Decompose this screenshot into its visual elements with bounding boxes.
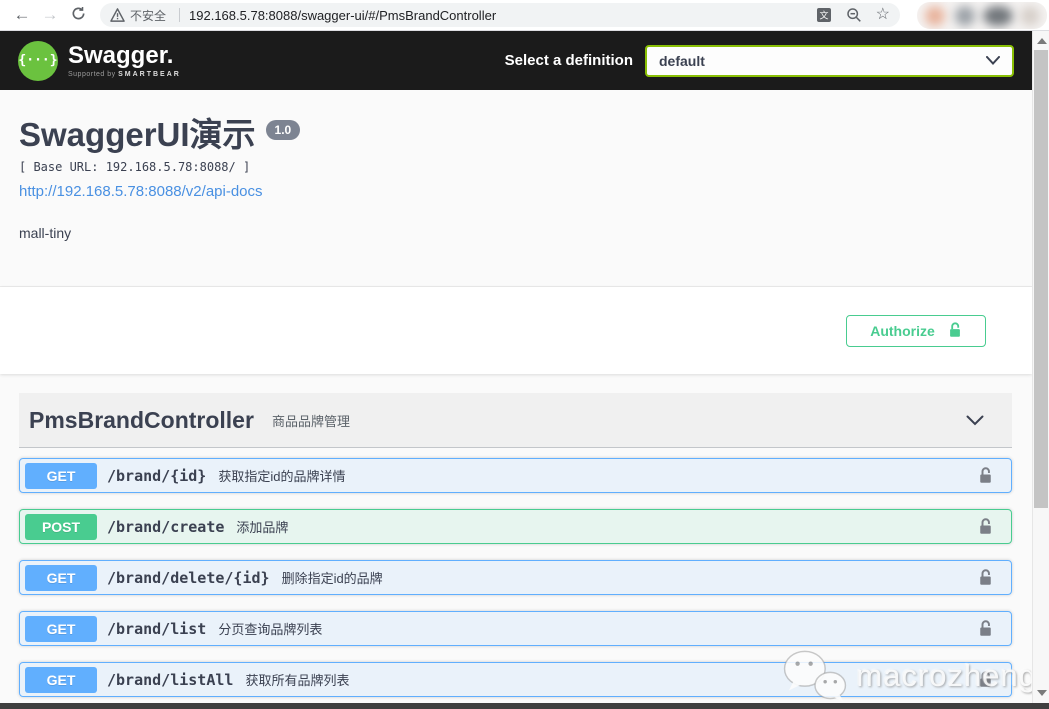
scrollbar-thumb[interactable] [1034,50,1048,508]
url-text[interactable]: 192.168.5.78:8088/swagger-ui/#/PmsBrandC… [189,8,496,23]
endpoint-path: /brand/list [107,620,206,638]
lock-icon[interactable] [978,518,993,536]
version-badge: 1.0 [266,120,301,140]
swagger-logo[interactable]: {···} Swagger. Supported by SMARTBEAR [18,41,181,81]
back-icon[interactable]: ← [8,5,36,25]
supported-by-label: Supported by [68,71,116,78]
method-badge: GET [25,616,97,642]
smartbear-label: SMARTBEAR [118,71,181,78]
endpoint-path: /brand/create [107,518,224,536]
endpoint-path: /brand/{id} [107,467,206,485]
tag-description: 商品品牌管理 [272,411,350,430]
authorize-button[interactable]: Authorize [846,315,986,347]
lock-icon[interactable] [978,671,993,689]
address-bar[interactable]: 不安全 192.168.5.78:8088/swagger-ui/#/PmsBr… [100,3,900,27]
endpoint-summary: 获取指定id的品牌详情 [218,466,345,485]
security-warning-icon [110,8,125,22]
definition-select[interactable]: default [645,45,1014,77]
vertical-scrollbar[interactable] [1032,31,1049,703]
browser-toolbar: ← → 不安全 192.168.5.78:8088/swagger-ui/#/P… [0,0,1049,31]
screen: ← → 不安全 192.168.5.78:8088/swagger-ui/#/P… [0,0,1049,709]
tag-header-pmsbrandcontroller[interactable]: PmsBrandController 商品品牌管理 [19,393,1012,448]
zoom-out-icon[interactable] [846,7,862,23]
api-docs-link[interactable]: http://192.168.5.78:8088/v2/api-docs [19,183,263,200]
forward-icon[interactable]: → [36,5,64,25]
swagger-logo-text: Swagger. [68,44,181,68]
reload-icon[interactable] [64,4,92,26]
endpoint-row[interactable]: POST /brand/create 添加品牌 [19,509,1012,544]
api-info-section: SwaggerUI演示 1.0 [ Base URL: 192.168.5.78… [0,90,1032,287]
translate-icon[interactable]: 文 [816,7,832,23]
definition-selector: Select a definition default [505,45,1014,77]
authorize-label: Authorize [870,323,935,339]
swagger-logo-icon: {···} [18,41,58,81]
bookmark-star-icon[interactable]: ☆ [876,7,890,23]
scheme-container: Authorize [0,287,1032,374]
endpoint-list: GET /brand/{id} 获取指定id的品牌详情 POST /brand/… [19,458,1012,697]
browser-profile-blurred [917,2,1047,29]
endpoint-row[interactable]: GET /brand/listAll 获取所有品牌列表 [19,662,1012,697]
endpoint-summary: 添加品牌 [236,517,288,536]
window-bottom-edge [0,703,1049,709]
endpoint-row[interactable]: GET /brand/delete/{id} 删除指定id的品牌 [19,560,1012,595]
endpoint-summary: 分页查询品牌列表 [218,619,322,638]
security-label: 不安全 [130,7,166,24]
endpoint-summary: 获取所有品牌列表 [245,670,349,689]
swagger-topbar: {···} Swagger. Supported by SMARTBEAR Se… [0,31,1032,90]
endpoint-row[interactable]: GET /brand/list 分页查询品牌列表 [19,611,1012,646]
method-badge: GET [25,667,97,693]
omnibox-divider [179,8,180,22]
chevron-down-icon [986,56,1000,65]
endpoint-row[interactable]: GET /brand/{id} 获取指定id的品牌详情 [19,458,1012,493]
tag-section: PmsBrandController 商品品牌管理 GET /brand/{id… [19,393,1012,697]
endpoint-path: /brand/listAll [107,671,233,689]
method-badge: POST [25,514,97,540]
chevron-down-icon [966,415,984,426]
select-definition-label: Select a definition [505,52,633,69]
scroll-up-icon[interactable] [1037,38,1047,44]
svg-text:文: 文 [819,10,828,21]
page-title: SwaggerUI演示 [19,117,256,153]
method-badge: GET [25,463,97,489]
lock-icon[interactable] [978,620,993,638]
endpoint-path: /brand/delete/{id} [107,569,270,587]
endpoint-summary: 删除指定id的品牌 [282,568,383,587]
scroll-down-icon[interactable] [1037,690,1047,696]
api-description: mall-tiny [19,225,1032,241]
smartbear-credit: Supported by SMARTBEAR [68,71,181,78]
lock-icon[interactable] [978,569,993,587]
base-url: [ Base URL: 192.168.5.78:8088/ ] [19,160,1032,174]
tag-title: PmsBrandController [29,407,254,434]
unlock-icon [948,322,962,339]
lock-icon[interactable] [978,467,993,485]
selected-definition: default [659,53,705,69]
method-badge: GET [25,565,97,591]
